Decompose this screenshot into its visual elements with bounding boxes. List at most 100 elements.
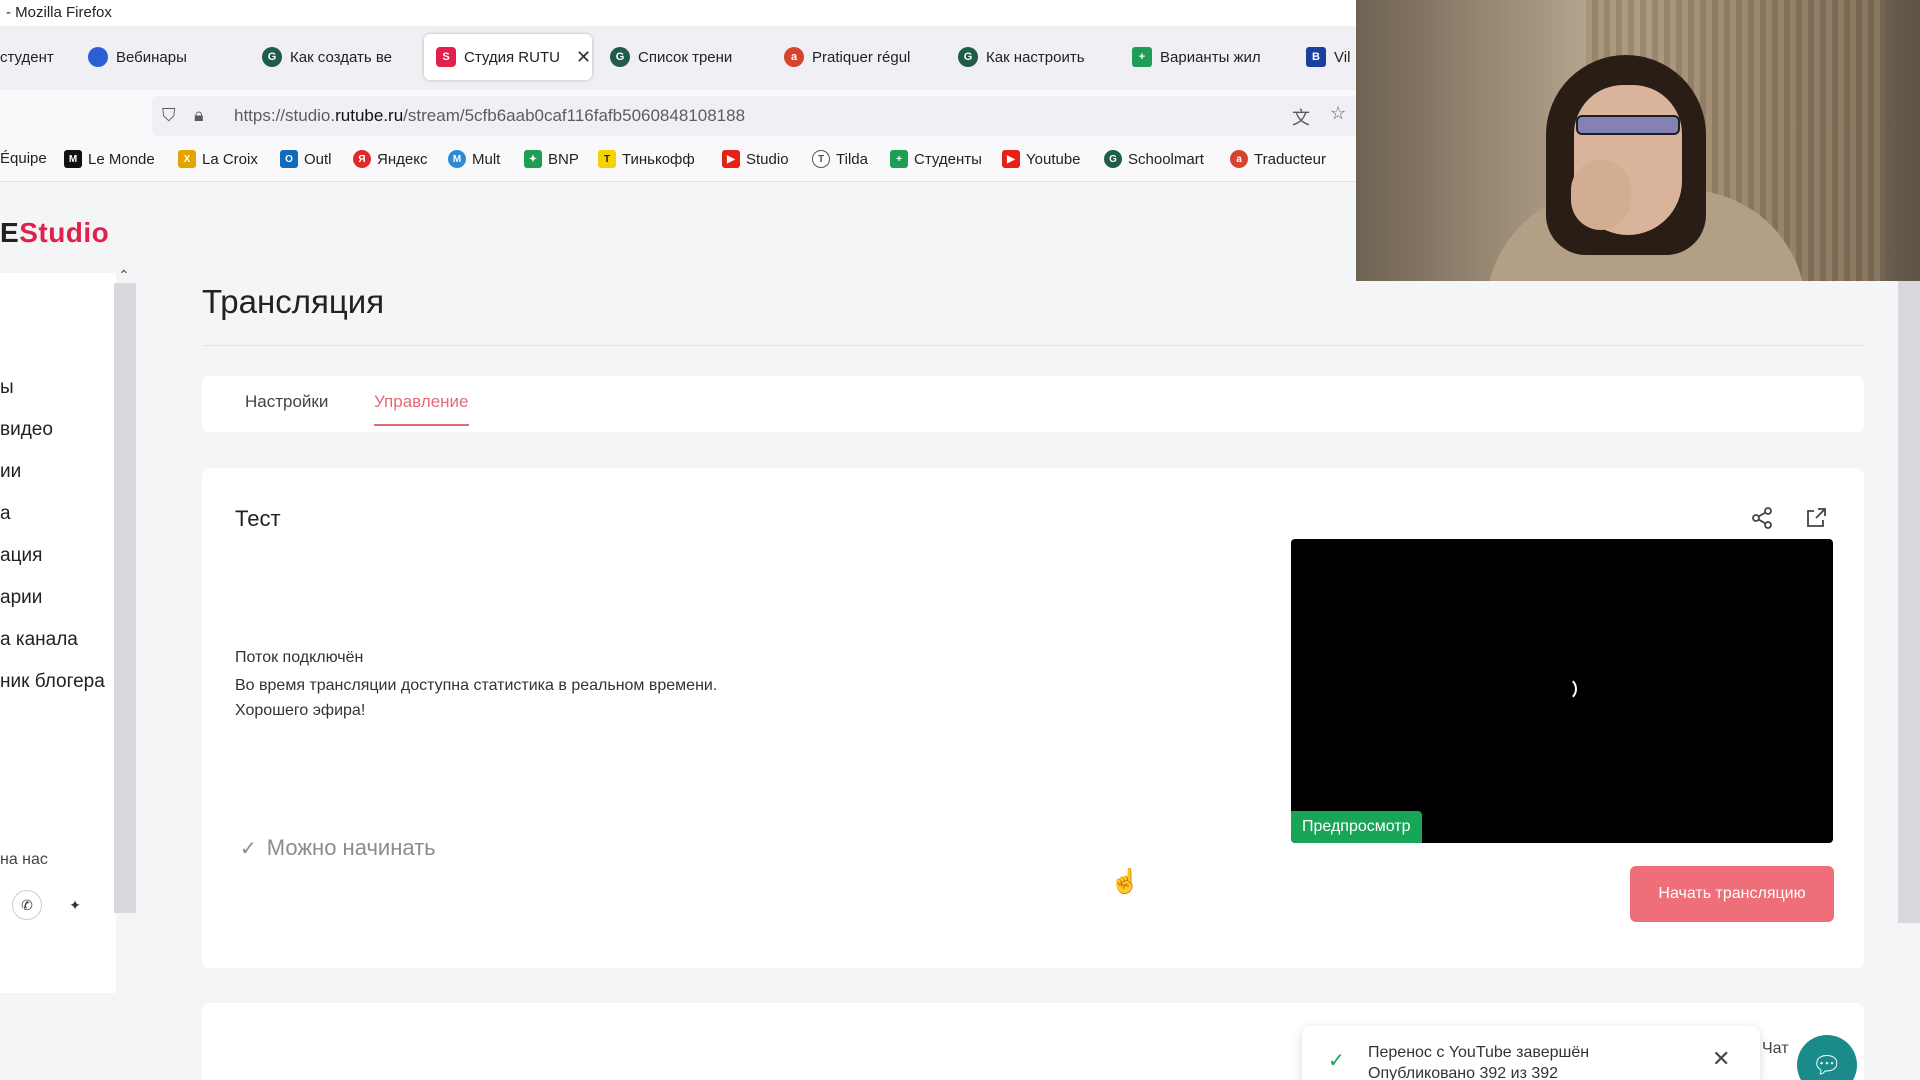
- bookmark-tinkoff[interactable]: T Тинькофф: [598, 150, 695, 168]
- tab-label: Варианты жил: [1160, 48, 1261, 66]
- translate-icon[interactable]: 文: [1292, 104, 1310, 130]
- browser-tab-pratiquer[interactable]: a Pratiquer régul: [784, 34, 926, 80]
- browser-tab-how-setup[interactable]: G Как настроить: [958, 34, 1098, 80]
- gc-icon: G: [262, 47, 282, 67]
- bookmark-schoolmart[interactable]: G Schoolmart: [1104, 150, 1204, 168]
- lock-icon[interactable]: 🔒︎: [194, 105, 204, 126]
- page-scrollbar[interactable]: [1898, 263, 1920, 923]
- share-icon[interactable]: [1746, 502, 1778, 534]
- tilda-icon: T: [812, 150, 830, 168]
- bookmark-label: Le Monde: [88, 150, 155, 168]
- studio-logo[interactable]: EStudio: [0, 217, 109, 249]
- webcam-overlay: [1356, 0, 1920, 281]
- check-icon: ✓: [1328, 1050, 1345, 1072]
- tab-label: студент: [0, 48, 54, 66]
- b-icon: B: [1306, 47, 1326, 67]
- start-stream-button[interactable]: Начать трансляцию: [1630, 866, 1834, 922]
- youtube-icon: ▶: [722, 150, 740, 168]
- notification-toast: ✓ Перенос с YouTube завершён Опубликован…: [1302, 1026, 1760, 1080]
- browser-tab-students[interactable]: студент: [0, 34, 60, 80]
- sidebar-item-stream[interactable]: ация: [0, 545, 42, 567]
- bookmark-le-monde[interactable]: M Le Monde: [64, 150, 155, 168]
- page-title: Трансляция: [202, 283, 385, 320]
- loading-spinner-icon: [1553, 677, 1577, 701]
- shield-icon[interactable]: ⛉: [162, 105, 176, 126]
- tab-label: Студия RUTU: [464, 48, 560, 66]
- sidebar-item-blogger[interactable]: ник блогера: [0, 671, 105, 693]
- yandex-icon: Я: [353, 150, 371, 168]
- sidebar: ы видео ии а ация арии а канала ник блог…: [0, 273, 116, 993]
- wish-message: Хорошего эфира!: [235, 702, 366, 719]
- browser-tab-how-create[interactable]: G Как создать ве: [262, 34, 402, 80]
- bookmark-label: Traducteur: [1254, 150, 1326, 168]
- bnp-icon: ✦: [524, 150, 542, 168]
- flag-icon: [88, 47, 108, 67]
- chevron-up-icon[interactable]: ⌃: [118, 267, 130, 284]
- zen-icon[interactable]: ✦: [60, 890, 90, 920]
- sidebar-item-3[interactable]: ии: [0, 461, 21, 483]
- bookmark-label: Outl: [304, 150, 332, 168]
- sheets-icon: +: [890, 150, 908, 168]
- follow-label: на нас: [0, 851, 48, 868]
- logo-prefix: E: [0, 217, 20, 248]
- chat-label: Чат: [1762, 1040, 1789, 1057]
- bookmark-equipe[interactable]: Équipe: [0, 150, 47, 167]
- bookmark-label: Schoolmart: [1128, 150, 1204, 168]
- url-path: /stream/5cfb6aab0caf116fafb5060848108188: [403, 106, 746, 125]
- bookmark-youtube[interactable]: ▶ Youtube: [1002, 150, 1081, 168]
- sidebar-item-channel[interactable]: а канала: [0, 629, 78, 651]
- bookmark-label: Студенты: [914, 150, 982, 168]
- preview-badge: Предпросмотр: [1291, 811, 1422, 843]
- browser-tab-training-list[interactable]: G Список трени: [610, 34, 758, 80]
- bookmark-students[interactable]: + Студенты: [890, 150, 982, 168]
- bookmark-mult[interactable]: M Mult: [448, 150, 500, 168]
- browser-tab-housing[interactable]: + Варианты жил: [1132, 34, 1272, 80]
- url-text[interactable]: https://studio.rutube.ru/stream/5cfb6aab…: [234, 106, 745, 126]
- stream-card: Тест Поток подключён Во время трансляции…: [202, 468, 1864, 968]
- stream-title: Тест: [235, 506, 281, 531]
- preview-player[interactable]: Предпросмотр: [1291, 539, 1833, 843]
- tab-label: Как настроить: [986, 48, 1085, 66]
- bookmark-label: La Croix: [202, 150, 258, 168]
- url-domain: rutube.ru: [335, 106, 404, 125]
- bookmark-yandex[interactable]: Я Яндекс: [353, 150, 427, 168]
- bookmark-label: Youtube: [1026, 150, 1081, 168]
- bookmark-label: BNP: [548, 150, 579, 168]
- stream-status: Поток подключён: [235, 649, 364, 666]
- url-bar[interactable]: ⛉ 🔒︎ https://studio.rutube.ru/stream/5cf…: [152, 96, 1362, 136]
- bookmark-traducteur[interactable]: a Traducteur: [1230, 150, 1326, 168]
- star-icon[interactable]: ☆: [1330, 103, 1346, 124]
- tab-label: Pratiquer régul: [812, 48, 911, 66]
- viber-icon[interactable]: ✆: [12, 890, 42, 920]
- browser-tab-vil[interactable]: B Vil: [1306, 34, 1356, 80]
- sidebar-item-1[interactable]: ы: [0, 377, 14, 399]
- close-icon[interactable]: ✕: [1712, 1046, 1730, 1072]
- browser-tab-rutube-studio[interactable]: S Студия RUTU ✕: [424, 34, 592, 80]
- bookmark-bnp[interactable]: ✦ BNP: [524, 150, 579, 168]
- ready-status: ✓ Можно начинать: [240, 835, 436, 861]
- external-link-icon[interactable]: [1800, 502, 1832, 534]
- bookmark-studio[interactable]: ▶ Studio: [722, 150, 789, 168]
- youtube-icon: ▶: [1002, 150, 1020, 168]
- sidebar-item-video[interactable]: видео: [0, 419, 53, 441]
- tab-settings[interactable]: Настройки: [245, 392, 328, 424]
- lacroix-icon: X: [178, 150, 196, 168]
- bookmark-outlook[interactable]: O Outl: [280, 150, 332, 168]
- sidebar-item-4[interactable]: а: [0, 503, 11, 525]
- bookmark-tilda[interactable]: T Tilda: [812, 150, 868, 168]
- browser-tab-webinars[interactable]: Вебинары: [88, 34, 218, 80]
- glasses: [1576, 115, 1680, 135]
- tab-label: Как создать ве: [290, 48, 392, 66]
- person-hand: [1571, 160, 1631, 230]
- sidebar-item-comments[interactable]: арии: [0, 587, 42, 609]
- tab-label: Список трени: [638, 48, 733, 66]
- toast-text: Опубликовано 392 из 392: [1368, 1065, 1559, 1080]
- bookmark-label: Яндекс: [377, 150, 428, 168]
- close-icon[interactable]: ✕: [576, 47, 591, 68]
- tab-management[interactable]: Управление: [374, 392, 469, 426]
- divider: [202, 345, 1864, 346]
- bookmark-la-croix[interactable]: X La Croix: [178, 150, 258, 168]
- tab-label: Вебинары: [116, 48, 187, 66]
- sidebar-scrollbar[interactable]: ⌃: [114, 267, 136, 913]
- bookmark-label: Studio: [746, 150, 789, 168]
